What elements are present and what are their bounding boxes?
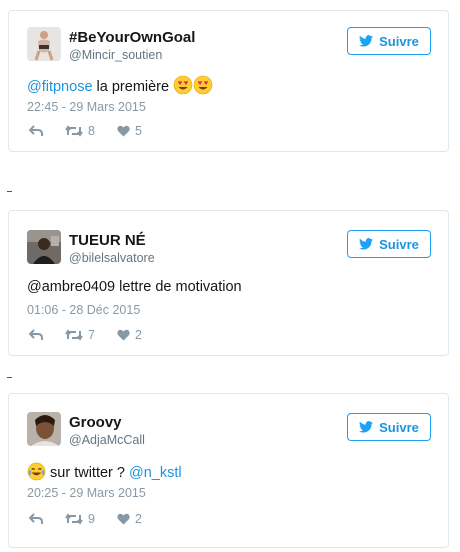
tweet-actions: 9 2 bbox=[29, 512, 164, 526]
retweet-count: 9 bbox=[88, 512, 95, 526]
like-count: 2 bbox=[134, 328, 142, 342]
timestamp[interactable]: 22:45 - 29 Mars 2015 bbox=[27, 100, 146, 114]
reply-action[interactable] bbox=[29, 329, 43, 341]
like-count: 2 bbox=[134, 512, 142, 526]
like-action[interactable]: 5 bbox=[117, 124, 142, 138]
separator-dash bbox=[7, 377, 12, 378]
follow-button[interactable]: Suivre bbox=[347, 230, 431, 258]
retweet-count: 7 bbox=[88, 328, 95, 342]
tweet-card: TUEUR NÉ @bilelsalvatore Suivre @ambre04… bbox=[8, 210, 449, 356]
avatar[interactable] bbox=[27, 230, 61, 264]
tweet-text: @ambre0409 lettre de motivation bbox=[27, 279, 242, 295]
handle[interactable]: @bilelsalvatore bbox=[69, 251, 155, 265]
heart-eyes-emoji bbox=[193, 75, 213, 99]
avatar[interactable] bbox=[27, 412, 61, 446]
retweet-action[interactable]: 7 bbox=[65, 328, 95, 342]
twitter-bird-icon bbox=[359, 35, 374, 47]
follow-button[interactable]: Suivre bbox=[347, 413, 431, 441]
heart-eyes-emoji bbox=[173, 75, 193, 99]
like-count: 5 bbox=[134, 124, 142, 138]
tweet-card: Groovy @AdjaMcCall Suivre sur twitter ? … bbox=[8, 393, 449, 548]
tweet-body: la première bbox=[92, 79, 174, 95]
retweet-icon bbox=[65, 329, 83, 341]
follow-label: Suivre bbox=[379, 33, 419, 49]
reply-action[interactable] bbox=[29, 125, 43, 137]
reply-icon bbox=[29, 513, 43, 524]
retweet-count: 8 bbox=[88, 124, 95, 138]
twitter-bird-icon bbox=[359, 421, 374, 433]
like-action[interactable]: 2 bbox=[117, 328, 142, 342]
tweet-text: sur twitter ? @n_kstl bbox=[27, 462, 182, 485]
timestamp[interactable]: 20:25 - 29 Mars 2015 bbox=[27, 486, 146, 500]
mention-link[interactable]: @fitpnose bbox=[27, 79, 93, 95]
retweet-icon bbox=[65, 513, 83, 525]
tweet-card: #BeYourOwnGoal @Mincir_soutien Suivre @f… bbox=[8, 10, 449, 152]
heart-icon bbox=[117, 125, 130, 137]
reply-action[interactable] bbox=[29, 513, 43, 525]
handle[interactable]: @Mincir_soutien bbox=[69, 48, 162, 62]
handle[interactable]: @AdjaMcCall bbox=[69, 433, 145, 447]
tweet-text: @fitpnose la première bbox=[27, 75, 213, 99]
tweet-body: sur twitter ? bbox=[46, 465, 129, 481]
tweet-actions: 8 5 bbox=[29, 124, 164, 138]
retweet-icon bbox=[65, 125, 83, 137]
tweet-actions: 7 2 bbox=[29, 328, 164, 342]
follow-label: Suivre bbox=[379, 236, 419, 252]
display-name[interactable]: #BeYourOwnGoal bbox=[69, 29, 195, 46]
retweet-action[interactable]: 8 bbox=[65, 124, 95, 138]
follow-label: Suivre bbox=[379, 419, 419, 435]
mention-link[interactable]: @n_kstl bbox=[129, 465, 182, 481]
heart-icon bbox=[117, 329, 130, 341]
retweet-action[interactable]: 9 bbox=[65, 512, 95, 526]
display-name[interactable]: TUEUR NÉ bbox=[69, 232, 146, 249]
display-name[interactable]: Groovy bbox=[69, 414, 122, 431]
reply-icon bbox=[29, 125, 43, 136]
follow-button[interactable]: Suivre bbox=[347, 27, 431, 55]
like-action[interactable]: 2 bbox=[117, 512, 142, 526]
avatar[interactable] bbox=[27, 27, 61, 61]
twitter-bird-icon bbox=[359, 238, 374, 250]
reply-icon bbox=[29, 329, 43, 340]
tears-of-joy-emoji bbox=[27, 462, 46, 485]
heart-icon bbox=[117, 513, 130, 525]
separator-dash bbox=[7, 191, 12, 192]
timestamp[interactable]: 01:06 - 28 Déc 2015 bbox=[27, 303, 140, 317]
